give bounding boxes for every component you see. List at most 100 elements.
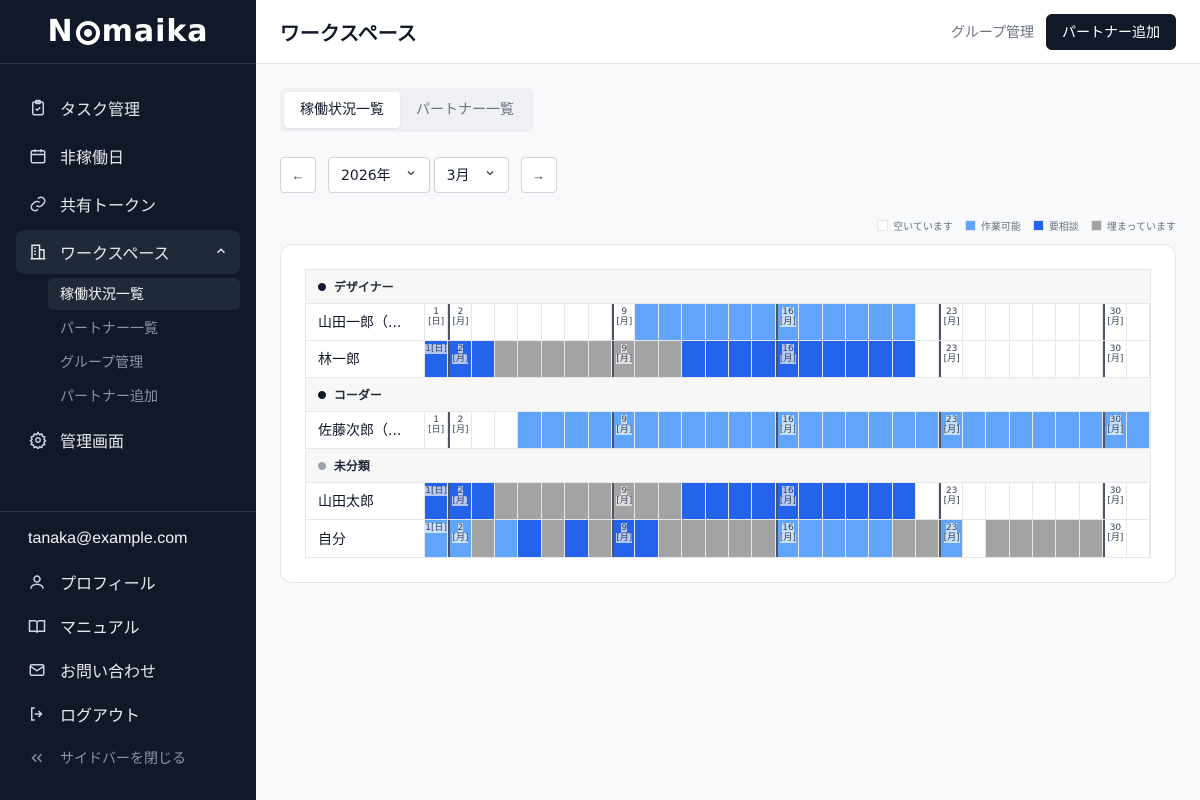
- day-cell[interactable]: [799, 520, 823, 557]
- sidebar-item-non-working-days[interactable]: 非稼働日: [16, 134, 240, 178]
- day-cell[interactable]: [1009, 520, 1034, 557]
- day-cell[interactable]: [1033, 304, 1057, 340]
- day-cell[interactable]: [845, 304, 870, 340]
- day-cell[interactable]: [588, 483, 613, 519]
- day-cell[interactable]: [1127, 304, 1150, 340]
- day-cell[interactable]: [658, 304, 683, 340]
- day-cell[interactable]: 1[日]: [424, 520, 449, 557]
- day-cell[interactable]: [541, 412, 566, 448]
- day-cell[interactable]: [495, 341, 519, 377]
- day-cell[interactable]: [963, 341, 987, 377]
- day-cell[interactable]: [1033, 520, 1057, 557]
- partner-name[interactable]: 山田一郎（...: [306, 304, 425, 340]
- day-cell[interactable]: [565, 341, 589, 377]
- day-cell[interactable]: [1080, 341, 1104, 377]
- day-cell[interactable]: [892, 341, 917, 377]
- day-cell[interactable]: 23[月]: [939, 341, 963, 377]
- day-cell[interactable]: [588, 520, 613, 557]
- day-cell[interactable]: [565, 304, 589, 340]
- day-cell[interactable]: [658, 341, 683, 377]
- prev-month-button[interactable]: ←: [280, 157, 316, 193]
- day-cell[interactable]: [635, 341, 659, 377]
- day-cell[interactable]: [986, 520, 1010, 557]
- day-cell[interactable]: [869, 520, 893, 557]
- sidebar-item-profile[interactable]: プロフィール: [0, 560, 256, 604]
- day-cell[interactable]: 1[日]: [425, 304, 449, 340]
- day-cell[interactable]: [565, 483, 589, 519]
- day-cell[interactable]: [892, 483, 917, 519]
- day-cell[interactable]: [495, 483, 519, 519]
- subnav-item-partners[interactable]: パートナー一覧: [48, 312, 240, 344]
- day-cell[interactable]: 1[日]: [424, 483, 449, 519]
- day-cell[interactable]: [822, 412, 846, 448]
- day-cell[interactable]: [752, 304, 776, 340]
- day-cell[interactable]: [1080, 483, 1104, 519]
- day-cell[interactable]: [1127, 483, 1150, 519]
- day-cell[interactable]: [845, 483, 870, 519]
- day-cell[interactable]: [1033, 412, 1057, 448]
- day-cell[interactable]: 16[月]: [775, 483, 800, 519]
- day-cell[interactable]: [471, 341, 496, 377]
- day-cell[interactable]: [658, 520, 683, 557]
- day-cell[interactable]: [541, 483, 566, 519]
- day-cell[interactable]: [728, 412, 753, 448]
- day-cell[interactable]: [471, 520, 496, 557]
- day-cell[interactable]: [1056, 341, 1080, 377]
- day-cell[interactable]: [682, 304, 706, 340]
- day-cell[interactable]: [1056, 412, 1080, 448]
- day-cell[interactable]: [565, 520, 589, 557]
- chevron-up-icon[interactable]: [214, 243, 228, 262]
- day-cell[interactable]: [869, 341, 893, 377]
- day-cell[interactable]: [542, 304, 566, 340]
- day-cell[interactable]: [1126, 412, 1150, 448]
- day-cell[interactable]: 9[月]: [612, 412, 636, 448]
- day-cell[interactable]: [1010, 341, 1034, 377]
- day-cell[interactable]: [916, 412, 940, 448]
- group-management-link[interactable]: グループ管理: [951, 22, 1034, 42]
- day-cell[interactable]: [752, 520, 776, 557]
- partner-name[interactable]: 佐藤次郎（...: [306, 412, 425, 448]
- day-cell[interactable]: [728, 483, 753, 519]
- sidebar-item-workspace[interactable]: ワークスペース: [16, 230, 240, 274]
- day-cell[interactable]: [541, 520, 566, 557]
- day-cell[interactable]: 1[日]: [425, 412, 449, 448]
- partner-name[interactable]: 山田太郎: [306, 483, 425, 519]
- day-cell[interactable]: [495, 304, 519, 340]
- day-cell[interactable]: [588, 341, 613, 377]
- day-cell[interactable]: [799, 412, 823, 448]
- subnav-item-availability[interactable]: 稼働状況一覧: [48, 278, 240, 310]
- day-cell[interactable]: [869, 483, 893, 519]
- day-cell[interactable]: 2[月]: [448, 483, 472, 519]
- day-cell[interactable]: [728, 520, 753, 557]
- day-cell[interactable]: [822, 483, 846, 519]
- subnav-item-groups[interactable]: グループ管理: [48, 346, 240, 378]
- day-cell[interactable]: [963, 520, 987, 557]
- day-cell[interactable]: [588, 412, 613, 448]
- day-cell[interactable]: [1056, 483, 1080, 519]
- sidebar-item-share-token[interactable]: 共有トークン: [16, 182, 240, 226]
- day-cell[interactable]: 23[月]: [939, 483, 963, 519]
- day-cell[interactable]: 16[月]: [775, 304, 800, 340]
- day-cell[interactable]: [986, 412, 1010, 448]
- partner-name[interactable]: 自分: [306, 520, 425, 557]
- day-cell[interactable]: [1010, 304, 1034, 340]
- day-cell[interactable]: [845, 341, 870, 377]
- day-cell[interactable]: [752, 483, 776, 519]
- day-cell[interactable]: [799, 304, 823, 340]
- day-cell[interactable]: [682, 520, 706, 557]
- day-cell[interactable]: [635, 483, 659, 519]
- day-cell[interactable]: [705, 483, 729, 519]
- day-cell[interactable]: [495, 412, 519, 448]
- day-cell[interactable]: [518, 520, 542, 557]
- next-month-button[interactable]: →: [520, 157, 557, 193]
- day-cell[interactable]: 23[月]: [939, 304, 963, 340]
- day-cell[interactable]: [658, 412, 683, 448]
- day-cell[interactable]: 2[月]: [448, 412, 472, 448]
- day-cell[interactable]: [589, 304, 613, 340]
- day-cell[interactable]: [1079, 412, 1104, 448]
- day-cell[interactable]: [518, 304, 542, 340]
- day-cell[interactable]: 23[月]: [939, 412, 963, 448]
- day-cell[interactable]: 23[月]: [939, 520, 963, 557]
- day-cell[interactable]: [565, 412, 589, 448]
- day-cell[interactable]: [1056, 304, 1080, 340]
